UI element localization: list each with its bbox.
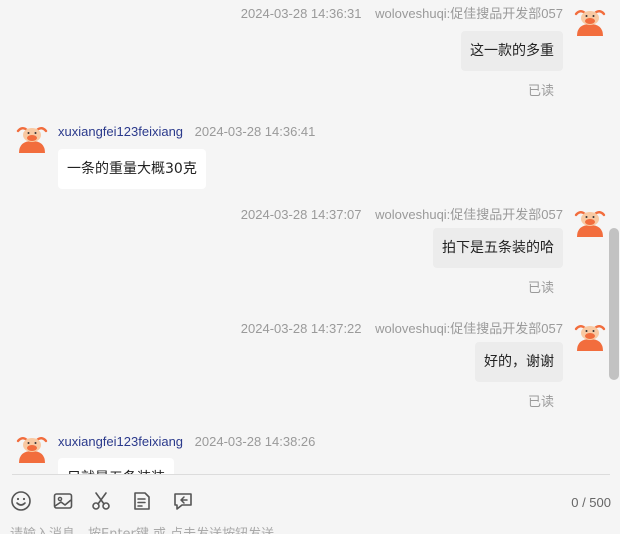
image-icon[interactable]	[52, 490, 74, 512]
sender-name[interactable]: xuxiangfei123feixiang	[58, 434, 183, 449]
sender-name[interactable]: xuxiangfei123feixiang	[58, 124, 183, 139]
message-time: 2024-03-28 14:36:41	[194, 124, 316, 139]
bull-avatar-icon[interactable]	[574, 320, 606, 352]
message-time: 2024-03-28 14:38:26	[194, 434, 316, 449]
message-time: 2024-03-28 14:37:07	[240, 207, 362, 222]
message-meta: xuxiangfei123feixiang 2024-03-28 14:38:2…	[58, 434, 315, 449]
message-input-placeholder[interactable]: 请输入消息，按Enter键 或 点击发送按钮发送	[10, 523, 274, 534]
message-bubble[interactable]: 一条的重量大概30克	[58, 149, 206, 189]
bull-avatar-icon[interactable]	[16, 432, 48, 464]
read-status: 已读	[527, 395, 554, 410]
message-list[interactable]: 2024-03-28 14:36:31 woloveshuqi:促佳搜品开发部0…	[0, 0, 620, 474]
quick-reply-icon[interactable]	[172, 490, 194, 512]
bull-avatar-icon[interactable]	[574, 5, 606, 37]
chat-window: 2024-03-28 14:36:31 woloveshuqi:促佳搜品开发部0…	[0, 0, 620, 534]
document-icon[interactable]	[131, 490, 153, 512]
scissors-icon[interactable]	[90, 490, 112, 512]
message-meta: 2024-03-28 14:36:31 woloveshuqi:促佳搜品开发部0…	[233, 3, 563, 22]
scrollbar-thumb[interactable]	[609, 228, 619, 380]
sender-name[interactable]: woloveshuqi:促佳搜品开发部057	[375, 6, 563, 21]
character-counter: 0 / 500	[571, 495, 611, 510]
message-meta: 2024-03-28 14:37:22 woloveshuqi:促佳搜品开发部0…	[233, 318, 563, 337]
input-toolbar: 0 / 500	[0, 475, 620, 529]
message-time: 2024-03-28 14:37:22	[240, 321, 362, 336]
sender-name[interactable]: woloveshuqi:促佳搜品开发部057	[375, 207, 563, 222]
emoji-icon[interactable]	[10, 490, 32, 512]
message-bubble[interactable]: 拍下是五条装的哈	[433, 228, 563, 268]
message-bubble[interactable]: 只就是五条装装	[58, 458, 174, 474]
message-time: 2024-03-28 14:36:31	[240, 6, 362, 21]
bull-avatar-icon[interactable]	[16, 122, 48, 154]
message-bubble[interactable]: 好的，谢谢	[475, 342, 563, 382]
bull-avatar-icon[interactable]	[574, 206, 606, 238]
read-status: 已读	[527, 281, 554, 296]
message-bubble[interactable]: 这一款的多重	[461, 31, 563, 71]
read-status: 已读	[527, 84, 554, 99]
message-meta: xuxiangfei123feixiang 2024-03-28 14:36:4…	[58, 124, 315, 139]
message-meta: 2024-03-28 14:37:07 woloveshuqi:促佳搜品开发部0…	[233, 204, 563, 223]
sender-name[interactable]: woloveshuqi:促佳搜品开发部057	[375, 321, 563, 336]
